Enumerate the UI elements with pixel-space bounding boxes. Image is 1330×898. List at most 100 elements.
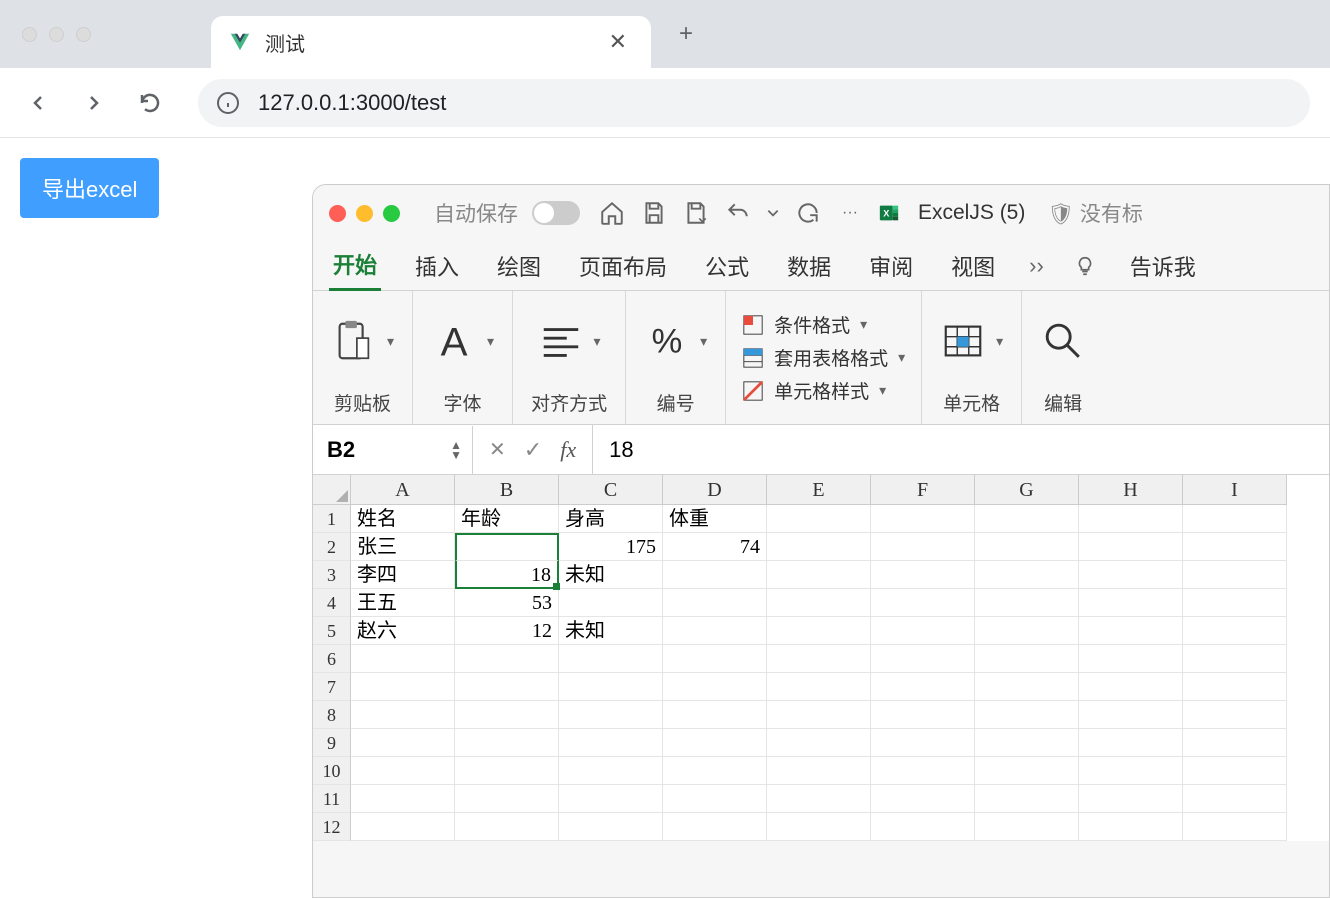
cell[interactable] — [871, 785, 975, 813]
cell[interactable] — [559, 785, 663, 813]
cell[interactable] — [1183, 757, 1287, 785]
new-tab-button[interactable]: + — [679, 20, 693, 48]
save-as-icon[interactable] — [682, 199, 710, 227]
cell[interactable] — [455, 813, 559, 841]
cell[interactable] — [663, 589, 767, 617]
cell[interactable] — [663, 561, 767, 589]
cell[interactable] — [1079, 617, 1183, 645]
cell[interactable] — [871, 729, 975, 757]
cell[interactable] — [663, 813, 767, 841]
cell[interactable] — [871, 757, 975, 785]
cell[interactable] — [1079, 533, 1183, 561]
close-icon[interactable] — [329, 205, 346, 222]
zoom-icon[interactable] — [383, 205, 400, 222]
cell[interactable] — [1183, 505, 1287, 533]
row-header[interactable]: 9 — [313, 729, 351, 757]
export-excel-button[interactable]: 导出excel — [20, 158, 159, 218]
site-info-icon[interactable] — [216, 91, 240, 115]
cell[interactable] — [1183, 589, 1287, 617]
cell[interactable] — [1079, 729, 1183, 757]
cell[interactable]: 身高 — [559, 505, 663, 533]
percent-icon[interactable]: % — [644, 318, 690, 364]
ribbon-more-icon[interactable]: ›› — [1029, 253, 1044, 279]
cell[interactable] — [351, 757, 455, 785]
cell[interactable]: 张三 — [351, 533, 455, 561]
chevron-down-icon[interactable]: ▾ — [860, 316, 867, 333]
table-format-button[interactable]: 套用表格格式 ▾ — [742, 344, 905, 371]
cell[interactable] — [455, 673, 559, 701]
cell[interactable] — [975, 505, 1079, 533]
minimize-icon[interactable] — [356, 205, 373, 222]
undo-chevron-icon[interactable] — [766, 199, 780, 227]
cell[interactable] — [871, 645, 975, 673]
ribbon-tab-review[interactable]: 审阅 — [865, 242, 917, 290]
chevron-down-icon[interactable]: ▾ — [387, 333, 394, 350]
cell[interactable]: 赵六 — [351, 617, 455, 645]
fx-icon[interactable]: fx — [560, 437, 576, 463]
minimize-window-icon[interactable] — [49, 27, 64, 42]
cell[interactable]: 12 — [455, 617, 559, 645]
cell[interactable]: 175 — [559, 533, 663, 561]
column-header[interactable]: B — [455, 475, 559, 505]
row-header[interactable]: 4 — [313, 589, 351, 617]
cell[interactable] — [1183, 533, 1287, 561]
ribbon-tab-layout[interactable]: 页面布局 — [575, 242, 671, 290]
cell[interactable] — [1183, 561, 1287, 589]
row-header[interactable]: 11 — [313, 785, 351, 813]
cell[interactable] — [1079, 673, 1183, 701]
cell[interactable] — [975, 813, 1079, 841]
ribbon-tab-draw[interactable]: 绘图 — [493, 242, 545, 290]
cell[interactable] — [351, 673, 455, 701]
cell[interactable] — [1079, 785, 1183, 813]
cell[interactable] — [1079, 757, 1183, 785]
cell[interactable]: 74 — [663, 533, 767, 561]
cell[interactable] — [871, 561, 975, 589]
cell[interactable] — [767, 561, 871, 589]
cell[interactable] — [455, 645, 559, 673]
column-header[interactable]: A — [351, 475, 455, 505]
column-header[interactable]: H — [1079, 475, 1183, 505]
column-header[interactable]: D — [663, 475, 767, 505]
autosave-toggle[interactable] — [532, 201, 580, 225]
ribbon-tab-home[interactable]: 开始 — [329, 240, 381, 291]
cell[interactable] — [663, 701, 767, 729]
cell[interactable] — [871, 589, 975, 617]
cell[interactable] — [871, 701, 975, 729]
column-header[interactable]: C — [559, 475, 663, 505]
select-all-corner[interactable] — [313, 475, 351, 505]
cell[interactable] — [975, 701, 1079, 729]
cells-icon[interactable] — [940, 318, 986, 364]
cell[interactable] — [351, 785, 455, 813]
cell[interactable] — [351, 701, 455, 729]
cell[interactable]: 53 — [455, 589, 559, 617]
cell[interactable] — [559, 757, 663, 785]
cell[interactable] — [1183, 673, 1287, 701]
cell[interactable] — [1079, 561, 1183, 589]
cell[interactable] — [351, 729, 455, 757]
cell[interactable] — [871, 533, 975, 561]
cell[interactable] — [871, 617, 975, 645]
forward-button[interactable] — [76, 85, 112, 121]
name-box-stepper-icon[interactable]: ▲▼ — [450, 440, 462, 460]
ribbon-tab-data[interactable]: 数据 — [783, 242, 835, 290]
search-icon[interactable] — [1040, 318, 1086, 364]
lightbulb-icon[interactable] — [1074, 255, 1096, 277]
column-header[interactable]: I — [1183, 475, 1287, 505]
chevron-down-icon[interactable]: ▾ — [594, 333, 601, 350]
row-header[interactable]: 6 — [313, 645, 351, 673]
cell[interactable] — [975, 589, 1079, 617]
cell[interactable] — [1079, 589, 1183, 617]
cell-styles-button[interactable]: 单元格样式 ▾ — [742, 377, 886, 404]
font-icon[interactable]: A — [431, 318, 477, 364]
conditional-format-button[interactable]: 条件格式 ▾ — [742, 311, 867, 338]
close-window-icon[interactable] — [22, 27, 37, 42]
cell[interactable] — [559, 645, 663, 673]
cell[interactable]: 姓名 — [351, 505, 455, 533]
cell[interactable] — [975, 673, 1079, 701]
cell[interactable] — [1079, 701, 1183, 729]
cell[interactable] — [1183, 617, 1287, 645]
row-header[interactable]: 10 — [313, 757, 351, 785]
chevron-down-icon[interactable]: ▾ — [996, 333, 1003, 350]
cell[interactable] — [767, 729, 871, 757]
cell[interactable] — [663, 785, 767, 813]
